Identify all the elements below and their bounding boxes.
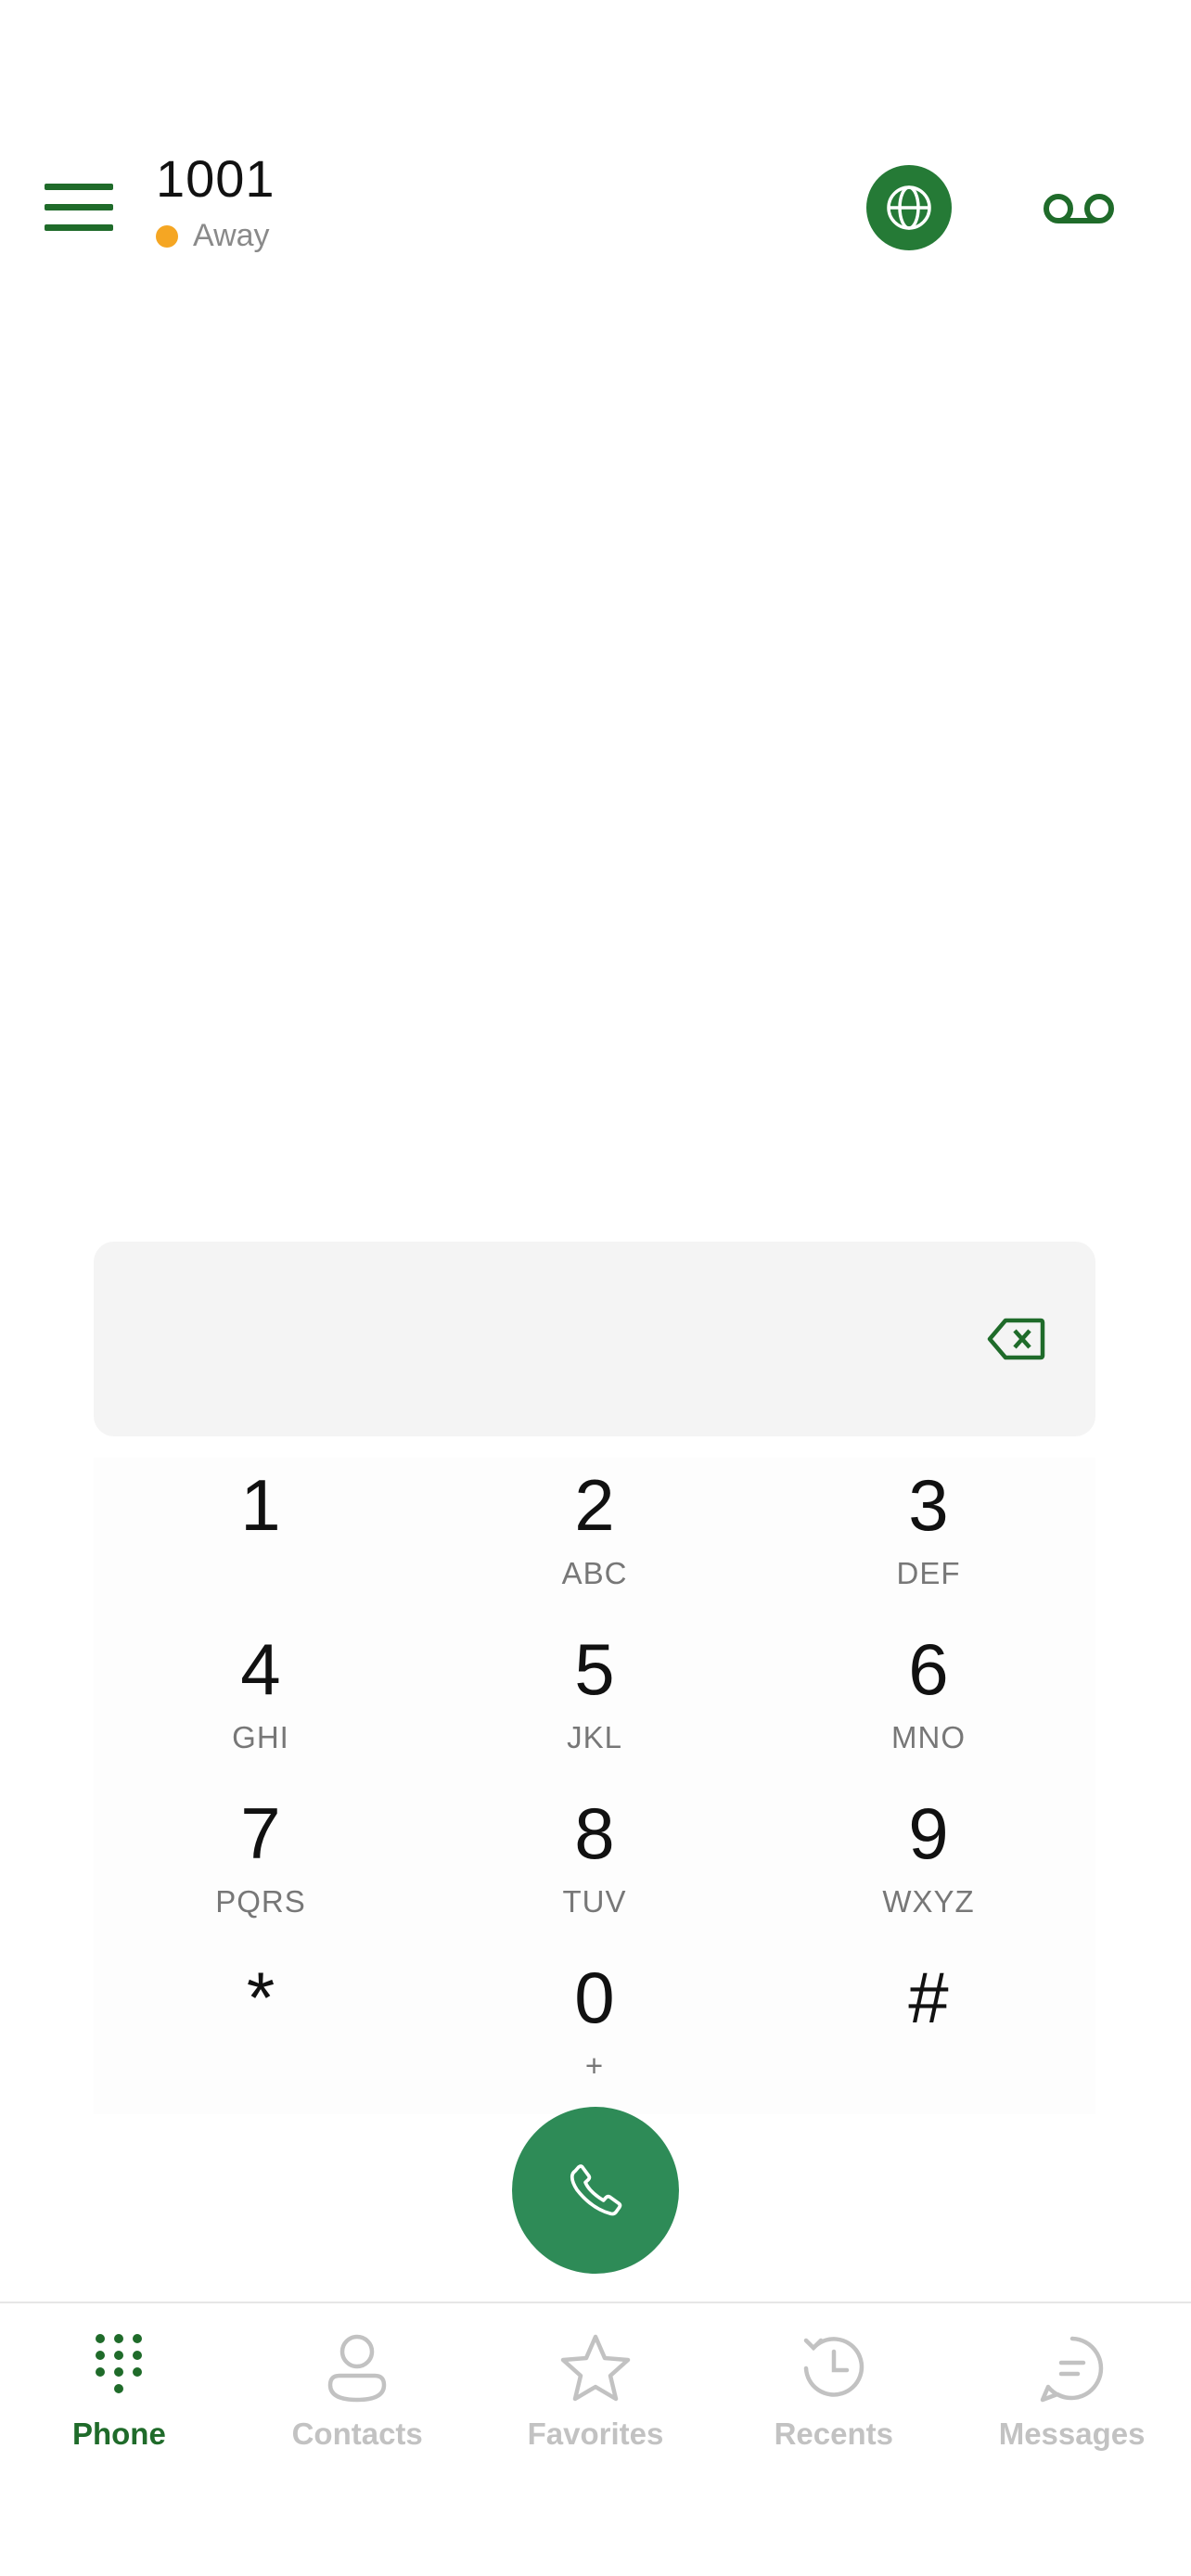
key-0[interactable]: 0 +	[428, 1950, 762, 2114]
key-digit: 1	[240, 1464, 281, 1546]
key-hash[interactable]: #	[762, 1950, 1095, 2114]
nav-item-recents[interactable]: Recents	[714, 2303, 953, 2576]
person-icon	[320, 2331, 394, 2405]
key-digit: 8	[574, 1792, 615, 1874]
key-digit: 6	[908, 1628, 949, 1710]
backspace-button[interactable]	[984, 1307, 1049, 1371]
key-digit: *	[246, 1957, 275, 2038]
extension-number: 1001	[156, 149, 275, 208]
backspace-icon	[987, 1318, 1045, 1360]
key-8[interactable]: 8 TUV	[428, 1786, 762, 1950]
key-digit: 7	[240, 1792, 281, 1874]
globe-button[interactable]	[866, 165, 952, 250]
chat-bubble-icon	[1035, 2331, 1109, 2405]
key-digit: 5	[574, 1628, 615, 1710]
key-letters: PQRS	[215, 1884, 306, 1919]
number-display	[94, 1242, 1095, 1436]
key-letters: DEF	[896, 1556, 961, 1590]
nav-item-phone[interactable]: Phone	[0, 2303, 238, 2576]
bottom-navigation: Phone Contacts Favorites Recents Message…	[0, 2303, 1191, 2576]
key-9[interactable]: 9 WXYZ	[762, 1786, 1095, 1950]
key-letters: JKL	[567, 1720, 622, 1754]
hamburger-menu-icon	[45, 184, 113, 231]
star-icon	[558, 2331, 633, 2405]
menu-button[interactable]	[37, 174, 121, 239]
phone-icon	[570, 2164, 622, 2216]
key-2[interactable]: 2 ABC	[428, 1458, 762, 1622]
key-digit: 0	[574, 1957, 615, 2038]
key-5[interactable]: 5 JKL	[428, 1622, 762, 1786]
key-digit: 4	[240, 1628, 281, 1710]
key-1[interactable]: 1	[94, 1458, 428, 1622]
nav-label: Phone	[71, 2417, 166, 2451]
nav-item-favorites[interactable]: Favorites	[477, 2303, 715, 2576]
key-6[interactable]: 6 MNO	[762, 1622, 1095, 1786]
key-4[interactable]: 4 GHI	[94, 1622, 428, 1786]
call-button[interactable]	[512, 2107, 679, 2274]
history-icon	[797, 2331, 871, 2405]
key-letters: MNO	[891, 1720, 966, 1754]
status-label: Away	[193, 218, 270, 253]
nav-label: Favorites	[527, 2417, 664, 2451]
dial-keypad: 1 2 ABC 3 DEF 4 GHI 5 JKL 6 MNO 7 PQRS 8…	[94, 1458, 1095, 2114]
key-digit: #	[908, 1957, 949, 2038]
nav-item-messages[interactable]: Messages	[953, 2303, 1191, 2576]
key-letters: WXYZ	[882, 1884, 975, 1919]
key-letters: GHI	[232, 1720, 289, 1754]
nav-label: Recents	[774, 2417, 893, 2451]
key-letters: +	[584, 2048, 605, 2083]
status-dot	[156, 224, 178, 248]
nav-label: Messages	[998, 2417, 1146, 2451]
key-letters: ABC	[561, 1556, 628, 1590]
voicemail-icon	[1044, 194, 1114, 223]
nav-item-contacts[interactable]: Contacts	[238, 2303, 477, 2576]
voicemail-button[interactable]	[1037, 176, 1121, 241]
key-digit: 9	[908, 1792, 949, 1874]
globe-icon	[887, 185, 931, 230]
key-letters: TUV	[562, 1884, 627, 1919]
key-digit: 2	[574, 1464, 615, 1546]
key-3[interactable]: 3 DEF	[762, 1458, 1095, 1622]
key-star[interactable]: *	[94, 1950, 428, 2114]
presence-status[interactable]: Away	[156, 218, 270, 254]
dialpad-icon	[82, 2331, 156, 2405]
phone-number-input[interactable]	[131, 1288, 969, 1392]
key-7[interactable]: 7 PQRS	[94, 1786, 428, 1950]
key-digit: 3	[908, 1464, 949, 1546]
nav-label: Contacts	[291, 2417, 423, 2451]
